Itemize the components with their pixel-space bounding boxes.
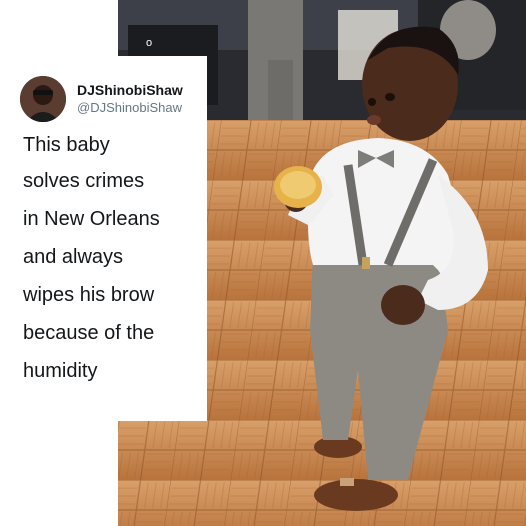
user-avatar-icon[interactable] xyxy=(20,76,66,122)
display-name[interactable]: DJShinobiShaw xyxy=(77,82,183,98)
tweet-text-line: wipes his brow xyxy=(23,284,155,306)
tweet-text-line: solves crimes xyxy=(23,170,145,192)
tweet-text-line: This baby xyxy=(23,134,110,156)
tweet-text-line: because of the xyxy=(23,322,155,344)
user-handle[interactable]: @DJShinobiShaw xyxy=(77,100,182,115)
tweet-text-line: humidity xyxy=(23,360,98,382)
tweet-card: DJShinobiShaw @DJShinobiShaw This baby s… xyxy=(0,56,207,421)
right-shoe xyxy=(314,479,398,511)
top-mark: o xyxy=(146,37,153,49)
hand-in-pocket xyxy=(381,285,425,325)
tweet-text-line: and always xyxy=(23,246,124,268)
tweet-text-line: in New Orleans xyxy=(23,208,160,230)
